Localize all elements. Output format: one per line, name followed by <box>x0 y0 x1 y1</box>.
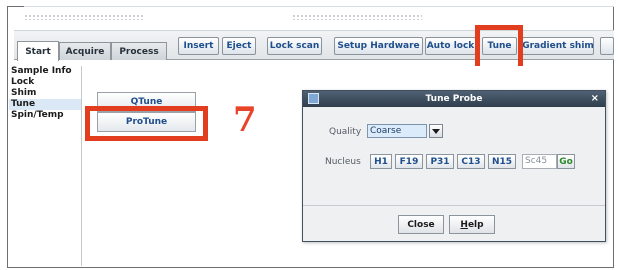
tab-acquire[interactable]: Acquire <box>59 42 111 60</box>
setup-hardware-button[interactable]: Setup Hardware <box>334 37 423 55</box>
tab-process[interactable]: Process <box>111 42 167 60</box>
dialog-title: Tune Probe <box>425 94 483 104</box>
quality-select[interactable]: Coarse <box>367 124 427 138</box>
chevron-down-icon[interactable] <box>429 124 443 138</box>
nucleus-p31-button[interactable]: P31 <box>426 154 454 169</box>
go-button[interactable]: Go <box>557 154 575 169</box>
gradient-shim-button[interactable]: Gradient shim <box>522 37 594 55</box>
dialog-title-bar[interactable]: Tune Probe × <box>303 91 605 107</box>
grip-dots <box>24 14 144 20</box>
nucleus-f19-button[interactable]: F19 <box>395 154 423 169</box>
nucleus-c13-button[interactable]: C13 <box>457 154 485 169</box>
grip-dots <box>292 14 422 20</box>
nucleus-h1-button[interactable]: H1 <box>370 154 392 169</box>
protune-highlight-box <box>85 106 208 141</box>
sidebar-item-spin-temp[interactable]: Spin/Temp <box>9 110 81 121</box>
close-icon[interactable]: × <box>591 93 599 105</box>
step-number: 7 <box>233 100 257 140</box>
nucleus-n15-button[interactable]: N15 <box>488 154 516 169</box>
tune-probe-dialog: Tune Probe × Quality Coarse Nucleus H1 F… <box>302 90 606 242</box>
sidebar: Sample Info Lock Shim Tune Spin/Temp <box>9 66 82 266</box>
insert-button[interactable]: Insert <box>178 37 219 55</box>
tab-start[interactable]: Start <box>17 41 59 61</box>
tune-highlight-box <box>475 25 523 71</box>
lock-scan-button[interactable]: Lock scan <box>267 37 322 55</box>
custom-nucleus-input[interactable]: Sc45 <box>522 154 557 169</box>
sidebar-item-sample-info[interactable]: Sample Info <box>9 66 81 77</box>
eject-button[interactable]: Eject <box>222 37 256 55</box>
dialog-separator <box>303 205 605 206</box>
tab-label: Process <box>119 46 159 57</box>
sidebar-item-shim[interactable]: Shim <box>9 88 81 99</box>
auto-lock-button[interactable]: Auto lock <box>425 37 476 55</box>
sidebar-item-lock[interactable]: Lock <box>9 77 81 88</box>
close-button[interactable]: Close <box>398 215 444 234</box>
help-label-rest: elp <box>467 219 484 230</box>
sidebar-item-tune[interactable]: Tune <box>9 99 81 110</box>
app-icon <box>308 93 319 104</box>
help-mnemonic: H <box>460 219 468 230</box>
window-top-border <box>24 6 614 7</box>
tab-label: Start <box>25 46 51 57</box>
quality-label: Quality <box>329 127 362 137</box>
help-button[interactable]: Help <box>449 215 495 234</box>
nucleus-label: Nucleus <box>325 157 361 167</box>
tab-label: Acquire <box>65 46 105 57</box>
toolbar-overflow-button[interactable] <box>600 37 614 55</box>
